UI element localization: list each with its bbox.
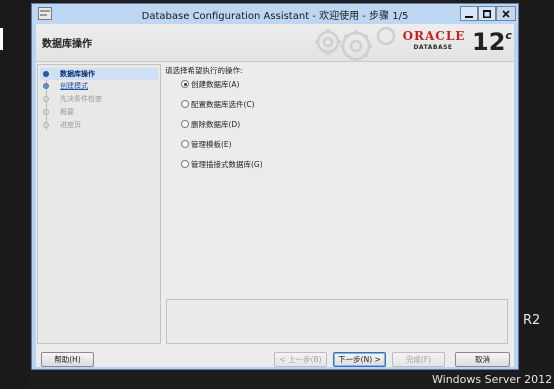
radio-unselected[interactable] bbox=[181, 100, 189, 108]
option-label[interactable]: 管理插接式数据库(G) bbox=[191, 159, 263, 170]
windows-version-watermark: Windows Server 2012 R2 S bbox=[432, 373, 554, 386]
minimize-icon bbox=[465, 15, 473, 18]
cancel-button[interactable]: 取消 bbox=[455, 352, 510, 367]
step-label: 进度页 bbox=[60, 121, 81, 129]
next-button[interactable]: 下一步(N) > bbox=[333, 352, 386, 367]
option-label[interactable]: 管理模板(E) bbox=[191, 139, 232, 150]
step-label: 概要 bbox=[60, 108, 74, 116]
version-number: 12 bbox=[472, 28, 506, 56]
steps-sidebar: 数据库操作 创建模式 先决条件检查 概要 进度页 bbox=[37, 64, 161, 344]
window-title: Database Configuration Assistant - 欢迎使用 … bbox=[141, 11, 409, 22]
title-bar[interactable]: Database Configuration Assistant - 欢迎使用 … bbox=[32, 4, 518, 24]
version-suffix: c bbox=[505, 29, 512, 42]
desktop-edge-mark bbox=[0, 28, 3, 50]
step-disabled-icon bbox=[43, 122, 49, 128]
finish-button: 完成(F) bbox=[392, 352, 445, 367]
maximize-icon bbox=[483, 9, 491, 18]
back-button: < 上一步(B) bbox=[274, 352, 327, 367]
client-area: 数据库操作 ORACLE DATABASE 12c 数据库操作 创建模式 先决条… bbox=[36, 24, 514, 367]
step-label: 创建模式 bbox=[60, 82, 88, 90]
maximize-button[interactable] bbox=[478, 6, 496, 21]
desktop-left-strip bbox=[0, 0, 30, 389]
step-label: 先决条件检查 bbox=[60, 95, 102, 103]
step-current-icon bbox=[43, 71, 49, 77]
option-label[interactable]: 创建数据库(A) bbox=[191, 79, 239, 90]
close-button[interactable] bbox=[496, 6, 516, 21]
step-database-operation[interactable]: 数据库操作 bbox=[40, 68, 158, 80]
oracle-logo: ORACLE DATABASE bbox=[398, 29, 470, 56]
radio-unselected[interactable] bbox=[181, 140, 189, 148]
minimize-button[interactable] bbox=[460, 6, 478, 21]
gears-decoration-icon bbox=[315, 26, 396, 61]
close-icon bbox=[502, 9, 510, 18]
message-panel bbox=[166, 299, 508, 344]
oracle-logo-word: ORACLE bbox=[402, 29, 466, 43]
step-pending-icon bbox=[43, 83, 49, 89]
step-summary: 概要 bbox=[40, 106, 158, 118]
desktop-r2-label: R2 bbox=[523, 313, 541, 328]
oracle-logo-subtitle: DATABASE bbox=[413, 44, 453, 51]
radio-selected[interactable] bbox=[181, 80, 189, 88]
step-prerequisite-checks: 先决条件检查 bbox=[40, 93, 158, 105]
step-progress: 进度页 bbox=[40, 119, 158, 131]
page-title: 数据库操作 bbox=[42, 39, 92, 50]
header-banner: 数据库操作 ORACLE DATABASE 12c bbox=[36, 24, 514, 62]
step-disabled-icon bbox=[43, 96, 49, 102]
main-content: 请选择希望执行的操作: 创建数据库(A) 配置数据库选件(C) 删除数据库(D)… bbox=[162, 64, 514, 344]
option-label[interactable]: 删除数据库(D) bbox=[191, 119, 240, 130]
dca-window: Database Configuration Assistant - 欢迎使用 … bbox=[31, 3, 519, 370]
step-creation-mode[interactable]: 创建模式 bbox=[40, 80, 158, 92]
step-label: 数据库操作 bbox=[60, 70, 95, 78]
option-label[interactable]: 配置数据库选件(C) bbox=[191, 99, 255, 110]
desktop-right-strip bbox=[519, 0, 554, 389]
radio-unselected[interactable] bbox=[181, 160, 189, 168]
version-logo: 12c bbox=[472, 29, 512, 55]
help-button[interactable]: 帮助(H) bbox=[41, 352, 94, 367]
radio-unselected[interactable] bbox=[181, 120, 189, 128]
operation-prompt: 请选择希望执行的操作: bbox=[165, 66, 243, 75]
step-disabled-icon bbox=[43, 109, 49, 115]
